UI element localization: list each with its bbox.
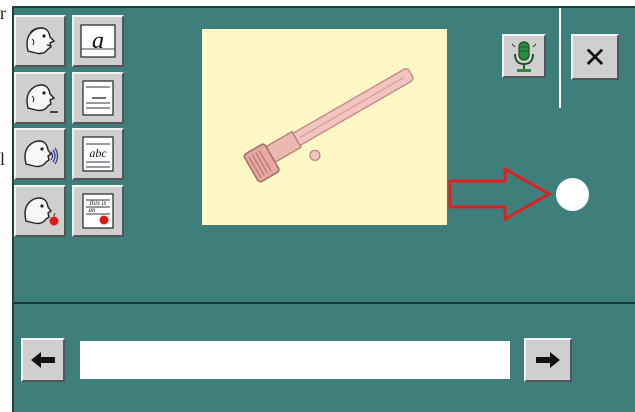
- arrow-right-icon: [536, 352, 560, 368]
- word-picture: [202, 29, 447, 225]
- this-is-an-button[interactable]: this is an: [72, 185, 124, 237]
- edge-char-top: r: [0, 3, 6, 23]
- edge-char-mid: l: [0, 149, 6, 169]
- face-speak-icon: [26, 27, 56, 55]
- svg-text:an: an: [89, 206, 97, 214]
- red-arrow-icon: [448, 166, 553, 222]
- target-dot: [556, 178, 589, 211]
- abc-icon: abc: [82, 136, 114, 172]
- letter-a-icon: a: [80, 24, 116, 58]
- face-apple-icon: [24, 197, 59, 226]
- fill-in-icon: [82, 80, 114, 116]
- record-button[interactable]: [502, 34, 546, 78]
- svg-text:a: a: [92, 28, 104, 54]
- close-icon: ✕: [583, 40, 607, 74]
- this-is-an-icon: this is an: [82, 193, 114, 229]
- face-blank-icon: [26, 84, 58, 113]
- arrow-left-icon: [31, 352, 55, 368]
- svg-text:abc: abc: [89, 146, 107, 160]
- panel-divider: [14, 302, 635, 304]
- listen-word-button[interactable]: [14, 15, 66, 67]
- silent-face-button[interactable]: [14, 72, 66, 124]
- apple-face-button[interactable]: [14, 185, 66, 237]
- previous-button[interactable]: [21, 338, 65, 382]
- sound-face-button[interactable]: [14, 128, 66, 180]
- abc-button[interactable]: abc: [72, 128, 124, 180]
- razor-icon: [243, 68, 414, 183]
- main-panel: a abc this is an ✕: [12, 6, 635, 412]
- letter-button[interactable]: a: [72, 15, 124, 67]
- fill-in-button[interactable]: [72, 72, 124, 124]
- vertical-marker: [559, 8, 561, 108]
- answer-input[interactable]: [80, 341, 510, 379]
- microphone-icon: [511, 41, 537, 72]
- face-sound-icon: [24, 140, 59, 168]
- close-button[interactable]: ✕: [571, 34, 619, 80]
- next-button[interactable]: [524, 338, 572, 382]
